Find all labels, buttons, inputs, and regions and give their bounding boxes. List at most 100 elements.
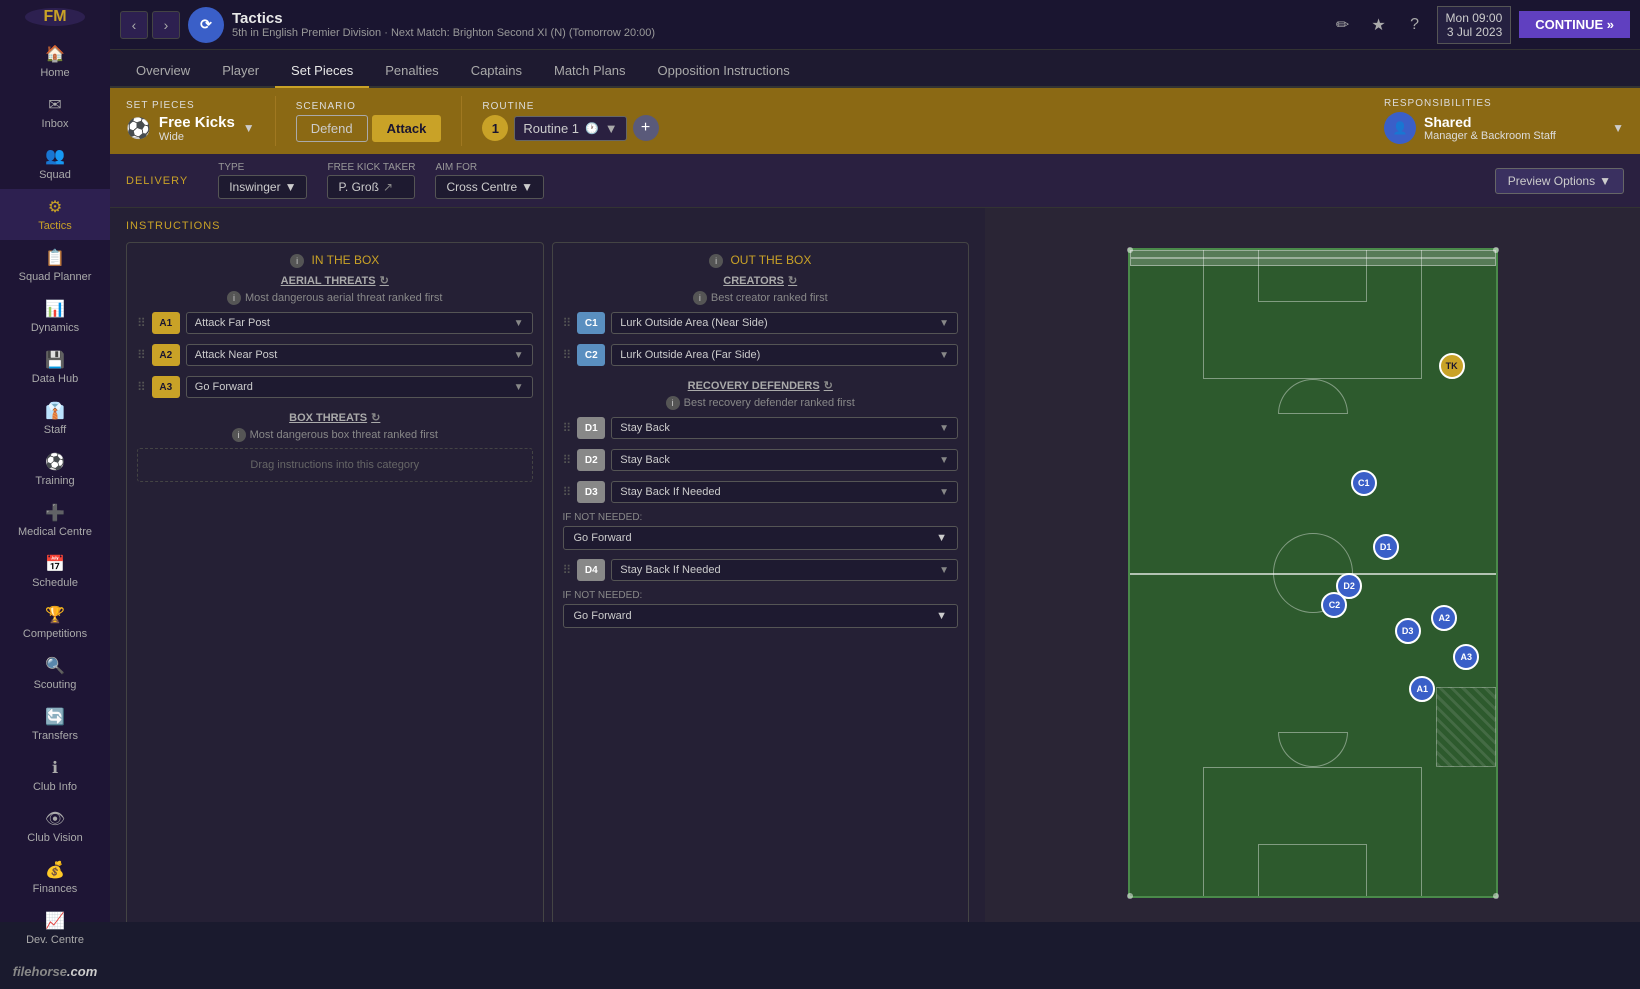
a1-select[interactable]: Attack Far Post ▼	[186, 312, 533, 334]
a2-badge: A2	[152, 344, 180, 366]
recovery-refresh-icon[interactable]: ↻	[824, 379, 833, 392]
sidebar-item-staff[interactable]: 👔 Staff	[0, 393, 110, 444]
dev-centre-icon: 📈	[45, 911, 65, 931]
sidebar-item-scouting[interactable]: 🔍 Scouting	[0, 648, 110, 699]
sidebar-item-club-vision[interactable]: 👁 Club Vision	[0, 801, 110, 852]
resp-dropdown-icon[interactable]: ▼	[1612, 121, 1624, 135]
set-pieces-dropdown-icon[interactable]: ▼	[243, 121, 255, 135]
go-forward-2-select[interactable]: Go Forward ▼	[563, 604, 959, 628]
sidebar-item-squad[interactable]: 👥 Squad	[0, 138, 110, 189]
sidebar-item-schedule[interactable]: 📅 Schedule	[0, 546, 110, 597]
out-the-box-info-icon[interactable]: i	[709, 254, 723, 268]
sidebar-item-medical[interactable]: ➕ Medical Centre	[0, 495, 110, 546]
c1-badge: C1	[577, 312, 605, 334]
d4-dropdown-icon: ▼	[939, 565, 949, 576]
tab-player[interactable]: Player	[206, 55, 275, 88]
a1-badge: A1	[152, 312, 180, 334]
a1-drag-handle[interactable]: ⠿	[137, 316, 146, 330]
player-c1: C1	[1351, 470, 1377, 496]
help-icon[interactable]: ?	[1401, 11, 1429, 39]
a2-drag-handle[interactable]: ⠿	[137, 348, 146, 362]
box-threats-note: i Most dangerous box threat ranked first	[137, 428, 533, 442]
creators-info-icon: i	[693, 291, 707, 305]
schedule-icon: 📅	[45, 554, 65, 574]
d3-select[interactable]: Stay Back If Needed ▼	[611, 481, 958, 503]
tab-overview[interactable]: Overview	[120, 55, 206, 88]
sidebar-item-home[interactable]: 🏠 Home	[0, 36, 110, 87]
routine-badge: 1	[482, 115, 508, 141]
sidebar-item-club-info[interactable]: ℹ Club Info	[0, 750, 110, 801]
type-select[interactable]: Inswinger ▼	[218, 175, 307, 199]
corner-flag-tl	[1127, 247, 1133, 253]
sidebar-item-dev-centre[interactable]: 📈 Dev. Centre	[0, 903, 110, 954]
d1-select[interactable]: Stay Back ▼	[611, 417, 958, 439]
d4-drag-handle[interactable]: ⠿	[563, 563, 572, 577]
c1-select[interactable]: Lurk Outside Area (Near Side) ▼	[611, 312, 958, 334]
a3-select[interactable]: Go Forward ▼	[186, 376, 533, 398]
d4-select[interactable]: Stay Back If Needed ▼	[611, 559, 958, 581]
go-forward-1-select[interactable]: Go Forward ▼	[563, 526, 959, 550]
a3-drag-handle[interactable]: ⠿	[137, 380, 146, 394]
header-divider-2	[461, 96, 462, 146]
d1-drag-handle[interactable]: ⠿	[563, 421, 572, 435]
routine-select[interactable]: Routine 1 🕐 ▼	[514, 116, 626, 141]
sidebar-item-label: Dev. Centre	[26, 934, 84, 946]
sidebar-item-transfers[interactable]: 🔄 Transfers	[0, 699, 110, 750]
d1-badge: D1	[577, 417, 605, 439]
d3-drag-handle[interactable]: ⠿	[563, 485, 572, 499]
go-forward-2-dropdown-icon: ▼	[936, 610, 947, 622]
tab-penalties[interactable]: Penalties	[369, 55, 454, 88]
aim-select[interactable]: Cross Centre ▼	[435, 175, 544, 199]
sidebar-item-competitions[interactable]: 🏆 Competitions	[0, 597, 110, 648]
d2-drag-handle[interactable]: ⠿	[563, 453, 572, 467]
sidebar-item-dynamics[interactable]: 📊 Dynamics	[0, 291, 110, 342]
resp-value: Shared	[1424, 114, 1556, 130]
tab-opposition-instructions[interactable]: Opposition Instructions	[642, 55, 806, 88]
add-routine-button[interactable]: +	[633, 115, 659, 141]
in-the-box-title: i IN THE BOX	[137, 253, 533, 268]
creators-refresh-icon[interactable]: ↻	[788, 274, 797, 287]
recovery-defenders-section: RECOVERY DEFENDERS ↻ i Best recovery def…	[563, 379, 959, 628]
sidebar-item-squad-planner[interactable]: 📋 Squad Planner	[0, 240, 110, 291]
sidebar-item-inbox[interactable]: ✉ Inbox	[0, 87, 110, 138]
nav-forward-button[interactable]: ›	[152, 11, 180, 39]
d-arc-bottom	[1278, 732, 1348, 767]
aerial-threats-refresh-icon[interactable]: ↻	[380, 274, 389, 287]
datetime-day: Mon 09:00	[1446, 11, 1503, 25]
type-dropdown-icon: ▼	[285, 180, 297, 194]
main-area: ‹ › ⟳ Tactics 5th in English Premier Div…	[110, 0, 1640, 922]
edit-icon[interactable]: ✏	[1329, 11, 1357, 39]
finances-icon: 💰	[45, 860, 65, 880]
tab-match-plans[interactable]: Match Plans	[538, 55, 642, 88]
topbar-nav: ‹ ›	[120, 11, 180, 39]
box-threats-refresh-icon[interactable]: ↻	[371, 411, 380, 424]
taker-field: FREE KICK TAKER P. Groß ↗	[327, 162, 415, 199]
continue-button[interactable]: CONTINUE »	[1519, 11, 1630, 38]
star-icon[interactable]: ★	[1365, 11, 1393, 39]
a2-select[interactable]: Attack Near Post ▼	[186, 344, 533, 366]
nav-back-button[interactable]: ‹	[120, 11, 148, 39]
d2-select[interactable]: Stay Back ▼	[611, 449, 958, 471]
c2-drag-handle[interactable]: ⠿	[563, 348, 572, 362]
c1-drag-handle[interactable]: ⠿	[563, 316, 572, 330]
sidebar-item-finances[interactable]: 💰 Finances	[0, 852, 110, 903]
sidebar-item-data-hub[interactable]: 💾 Data Hub	[0, 342, 110, 393]
sidebar-item-tactics[interactable]: ⚙ Tactics	[0, 189, 110, 240]
tab-captains[interactable]: Captains	[455, 55, 538, 88]
routine-dropdown-icon: ▼	[605, 121, 618, 136]
defend-button[interactable]: Defend	[296, 115, 368, 142]
aerial-a1-row: ⠿ A1 Attack Far Post ▼	[137, 309, 533, 337]
sidebar-item-training[interactable]: ⚽ Training	[0, 444, 110, 495]
in-the-box-info-icon[interactable]: i	[290, 254, 304, 268]
recovery-defenders-title: RECOVERY DEFENDERS ↻	[563, 379, 959, 392]
c2-select[interactable]: Lurk Outside Area (Far Side) ▼	[611, 344, 958, 366]
aerial-threats-info-icon: i	[227, 291, 241, 305]
tab-set-pieces[interactable]: Set Pieces	[275, 55, 369, 88]
d2-badge: D2	[577, 449, 605, 471]
taker-value[interactable]: P. Groß ↗	[327, 175, 415, 199]
set-pieces-sub: Wide	[159, 131, 235, 143]
c1-dropdown-icon: ▼	[939, 318, 949, 329]
preview-options-button[interactable]: Preview Options ▼	[1495, 168, 1624, 194]
attack-button[interactable]: Attack	[372, 115, 442, 142]
creators-title: CREATORS ↻	[563, 274, 959, 287]
